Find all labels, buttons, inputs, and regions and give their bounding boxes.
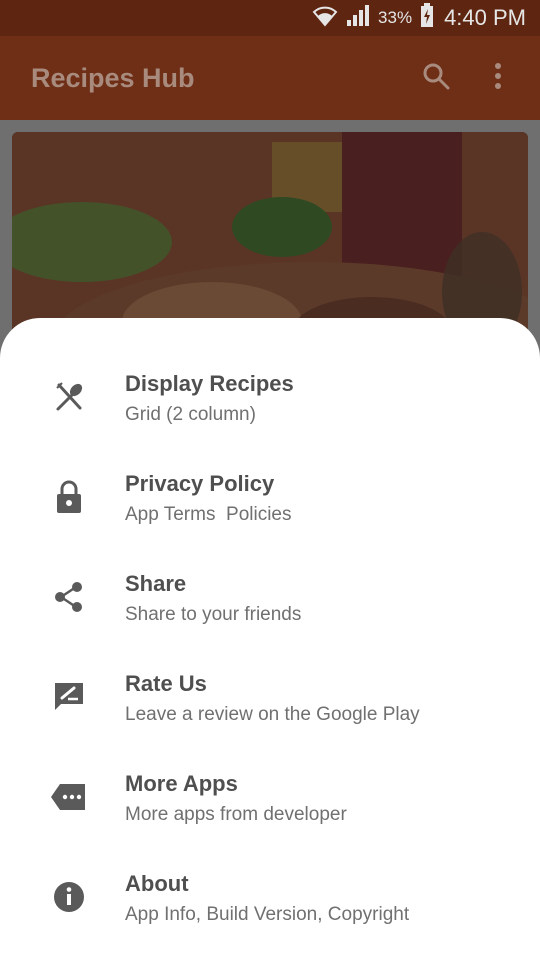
signal-icon <box>346 4 370 32</box>
search-button[interactable] <box>408 50 464 106</box>
status-bar: 33% 4:40 PM <box>0 0 540 36</box>
lock-icon <box>50 478 88 516</box>
rate-review-icon <box>50 678 88 716</box>
clock: 4:40 PM <box>444 5 526 30</box>
menu-item-about[interactable]: About App Info, Build Version, Copyright <box>0 818 540 925</box>
wifi-icon <box>312 3 338 33</box>
menu-item-title: About <box>125 871 189 896</box>
search-icon <box>422 62 450 95</box>
battery-percent: 33% <box>378 8 413 27</box>
more-apps-icon <box>50 778 88 816</box>
overflow-menu-button[interactable] <box>470 50 526 106</box>
screen: 33% 4:40 PM Recipes Hub Display Recipes … <box>0 0 540 960</box>
menu-item-subtitle: App Info, Build Version, Copyright <box>125 904 410 925</box>
menu-item-title: More Apps <box>125 771 238 796</box>
menu-item-share[interactable]: Share Share to your friends <box>0 518 540 625</box>
info-icon <box>50 878 88 916</box>
battery-charging-icon <box>420 3 434 33</box>
bottom-sheet-menu: Display Recipes Grid (2 column) Privacy … <box>0 318 540 960</box>
menu-item-more-apps[interactable]: More Apps More apps from developer <box>0 718 540 825</box>
menu-item-title: Display Recipes <box>125 371 294 396</box>
menu-item-title: Rate Us <box>125 671 207 696</box>
share-icon <box>50 578 88 616</box>
app-title: Recipes Hub <box>31 62 195 93</box>
more-vert-icon <box>494 62 502 94</box>
utensils-icon <box>50 378 88 416</box>
menu-item-privacy-policy[interactable]: Privacy Policy App Terms Policies <box>0 418 540 525</box>
menu-item-title: Privacy Policy <box>125 471 275 496</box>
menu-item-display-recipes[interactable]: Display Recipes Grid (2 column) <box>0 318 540 425</box>
menu-item-rate-us[interactable]: Rate Us Leave a review on the Google Pla… <box>0 618 540 725</box>
app-bar: Recipes Hub <box>0 36 540 120</box>
menu-item-title: Share <box>125 571 187 596</box>
